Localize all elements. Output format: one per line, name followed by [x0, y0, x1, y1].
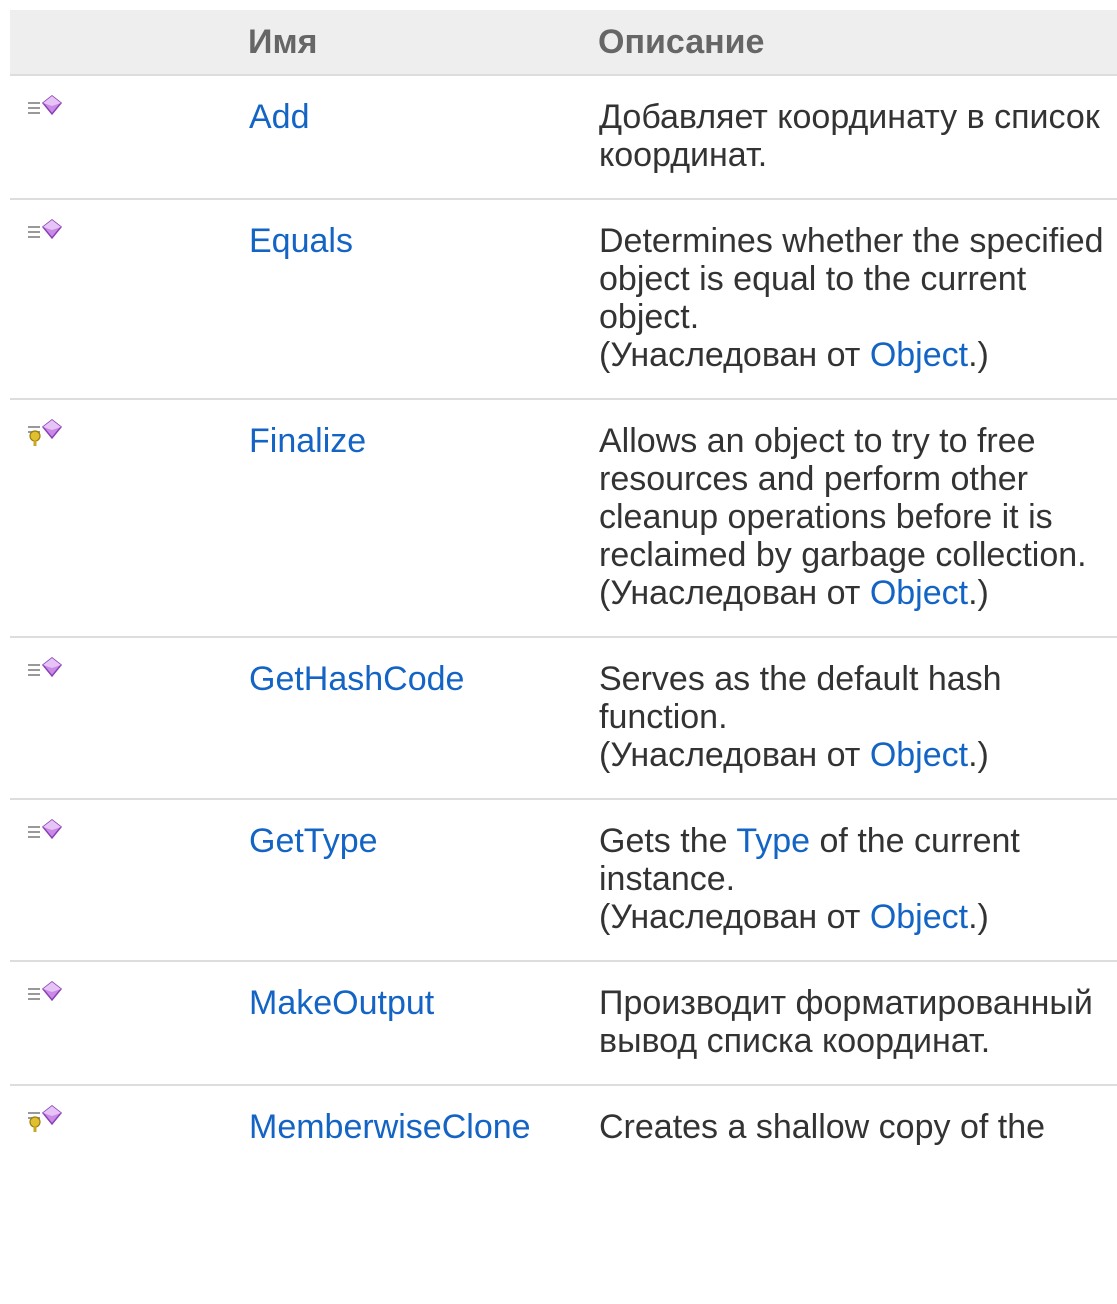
icon-cell — [10, 961, 248, 1086]
description-text-before: Gets the — [599, 822, 737, 860]
methods-table: Имя Описание Add Добавляет координату в … — [10, 10, 1117, 1170]
table-row: GetHashCode Serves as the default hash f… — [10, 637, 1117, 800]
description-cell: Allows an object to try to free resource… — [598, 399, 1117, 638]
public-method-icon — [26, 94, 70, 122]
protected-method-icon — [26, 418, 70, 446]
table-row: Finalize Allows an object to try to free… — [10, 399, 1117, 638]
icon-cell — [10, 1085, 248, 1170]
table-row: GetType Gets the Type of the current ins… — [10, 799, 1117, 962]
description-cell: Производит форматированный вывод списка … — [598, 961, 1117, 1086]
member-link-gettype[interactable]: GetType — [249, 822, 378, 860]
inherited-prefix: (Унаследован от — [599, 736, 870, 774]
member-link-gethashcode[interactable]: GetHashCode — [249, 660, 464, 698]
icon-cell — [10, 199, 248, 400]
member-link-equals[interactable]: Equals — [249, 222, 353, 260]
table-header-row: Имя Описание — [10, 10, 1117, 76]
inherited-suffix: .) — [968, 898, 989, 936]
description-text: Добавляет координату в список координат. — [599, 98, 1100, 174]
member-link-makeoutput[interactable]: MakeOutput — [249, 984, 434, 1022]
table-row: Add Добавляет координату в список коорди… — [10, 75, 1117, 200]
description-text: Determines whether the specified object … — [599, 222, 1104, 336]
inherited-suffix: .) — [968, 574, 989, 612]
description-cell: Creates a shallow copy of the — [598, 1085, 1117, 1170]
icon-cell — [10, 799, 248, 962]
description-column-header: Описание — [598, 10, 1117, 76]
name-column-header: Имя — [248, 10, 598, 76]
icon-cell — [10, 75, 248, 200]
description-cell: Gets the Type of the current instance. (… — [598, 799, 1117, 962]
inherited-from-object-link[interactable]: Object — [870, 898, 968, 936]
name-cell: GetType — [248, 799, 598, 962]
description-text: Serves as the default hash function. — [599, 660, 1002, 736]
table-row: MakeOutput Производит форматированный вы… — [10, 961, 1117, 1086]
icon-cell — [10, 399, 248, 638]
protected-method-icon — [26, 1104, 70, 1132]
name-cell: Finalize — [248, 399, 598, 638]
inherited-prefix: (Унаследован от — [599, 898, 870, 936]
type-link[interactable]: Type — [736, 822, 810, 860]
member-link-add[interactable]: Add — [249, 98, 310, 136]
inherited-suffix: .) — [968, 736, 989, 774]
description-cell: Добавляет координату в список координат. — [598, 75, 1117, 200]
inherited-from-object-link[interactable]: Object — [870, 574, 968, 612]
public-method-icon — [26, 218, 70, 246]
name-cell: MemberwiseClone — [248, 1085, 598, 1170]
member-link-memberwiseclone[interactable]: MemberwiseClone — [249, 1108, 531, 1146]
description-text: Производит форматированный вывод списка … — [599, 984, 1093, 1060]
inherited-prefix: (Унаследован от — [599, 574, 870, 612]
name-cell: Add — [248, 75, 598, 200]
description-text: Allows an object to try to free resource… — [599, 422, 1087, 574]
description-cell: Determines whether the specified object … — [598, 199, 1117, 400]
inherited-from-object-link[interactable]: Object — [870, 736, 968, 774]
member-link-finalize[interactable]: Finalize — [249, 422, 366, 460]
public-method-icon — [26, 980, 70, 1008]
table-row: Equals Determines whether the specified … — [10, 199, 1117, 400]
icon-cell — [10, 637, 248, 800]
public-method-icon — [26, 818, 70, 846]
description-text: Creates a shallow copy of the — [599, 1108, 1046, 1146]
name-cell: Equals — [248, 199, 598, 400]
inherited-prefix: (Унаследован от — [599, 336, 870, 374]
inherited-suffix: .) — [968, 336, 989, 374]
public-method-icon — [26, 656, 70, 684]
table-row: MemberwiseClone Creates a shallow copy o… — [10, 1085, 1117, 1170]
inherited-from-object-link[interactable]: Object — [870, 336, 968, 374]
icon-column-header — [10, 10, 248, 76]
name-cell: MakeOutput — [248, 961, 598, 1086]
name-cell: GetHashCode — [248, 637, 598, 800]
description-cell: Serves as the default hash function. (Ун… — [598, 637, 1117, 800]
